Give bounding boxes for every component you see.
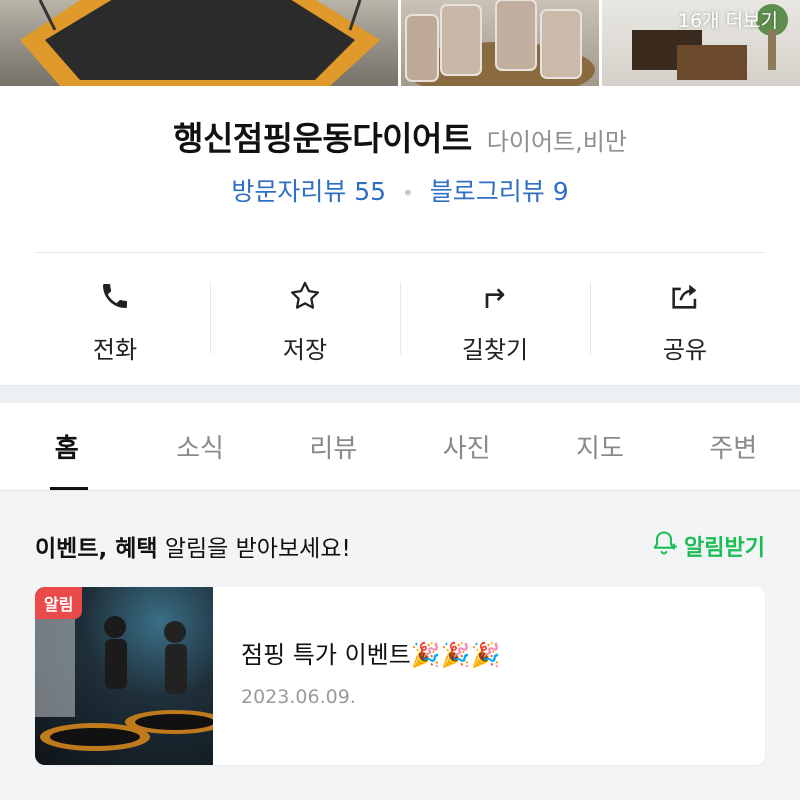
- call-label: 전화: [92, 336, 138, 364]
- event-card-body: 점핑 특가 이벤트🎉🎉🎉 2023.06.09.: [213, 587, 500, 765]
- tab-reviews[interactable]: 리뷰: [267, 403, 400, 490]
- photos-more-label[interactable]: 16개 더보기: [678, 6, 778, 33]
- tab-map[interactable]: 지도: [533, 403, 666, 490]
- place-name: 행신점핑운동다이어트: [173, 119, 472, 158]
- subscribe-alarm-label: 알림받기: [684, 536, 765, 561]
- photo-drinks[interactable]: [401, 0, 599, 86]
- trampoline-image: [20, 0, 380, 86]
- drinks-image: [405, 0, 595, 86]
- notification-rest-text: 알림을 받아보세요!: [157, 536, 351, 562]
- photo-strip: 16개 더보기: [0, 0, 800, 86]
- place-category: 다이어트,비만: [486, 128, 627, 156]
- share-icon: [665, 276, 705, 316]
- tab-news[interactable]: 소식: [133, 403, 266, 490]
- visitor-review-link[interactable]: 방문자리뷰 55: [231, 177, 386, 206]
- section-separator: [0, 385, 800, 403]
- star-icon: [285, 276, 325, 316]
- phone-icon: [95, 276, 135, 316]
- place-title-row: 행신점핑운동다이어트 다이어트,비만: [0, 112, 800, 160]
- event-date: 2023.06.09.: [241, 686, 356, 708]
- tab-bar: 홈 소식 리뷰 사진 지도 주변: [0, 403, 800, 491]
- review-separator: •: [402, 181, 414, 205]
- notification-bold-text: 이벤트, 혜택: [35, 536, 158, 562]
- notification-prompt: 이벤트, 혜택 알림을 받아보세요! 알림받기: [35, 529, 765, 563]
- tab-nearby[interactable]: 주변: [667, 403, 800, 490]
- directions-button[interactable]: 길찾기: [400, 270, 590, 365]
- share-label: 공유: [662, 336, 708, 364]
- share-button[interactable]: 공유: [590, 270, 780, 365]
- photo-interior[interactable]: 16개 더보기: [602, 0, 800, 86]
- call-button[interactable]: 전화: [20, 270, 210, 365]
- directions-icon: [475, 276, 515, 316]
- event-title: 점핑 특가 이벤트🎉🎉🎉: [241, 641, 501, 669]
- save-button[interactable]: 저장: [210, 270, 400, 365]
- photo-trampoline[interactable]: [0, 0, 398, 86]
- directions-label: 길찾기: [461, 336, 529, 364]
- tab-photos[interactable]: 사진: [400, 403, 533, 490]
- save-label: 저장: [282, 336, 328, 364]
- notification-text: 이벤트, 혜택 알림을 받아보세요!: [35, 529, 351, 563]
- home-content: 이벤트, 혜택 알림을 받아보세요! 알림받기 알림 점핑 특가 이벤트🎉🎉🎉 …: [0, 491, 800, 800]
- blog-review-link[interactable]: 블로그리뷰 9: [430, 177, 569, 206]
- tab-home[interactable]: 홈: [0, 403, 133, 490]
- subscribe-alarm-button[interactable]: 알림받기: [650, 529, 765, 563]
- review-summary: 방문자리뷰 55 • 블로그리뷰 9: [0, 172, 800, 208]
- divider: [35, 252, 765, 253]
- event-thumbnail: 알림: [35, 587, 213, 765]
- bell-plus-icon: [650, 529, 678, 563]
- action-bar: 전화 저장 길찾기 공유: [20, 270, 780, 365]
- event-card[interactable]: 알림 점핑 특가 이벤트🎉🎉🎉 2023.06.09.: [35, 587, 765, 765]
- event-badge: 알림: [35, 587, 83, 619]
